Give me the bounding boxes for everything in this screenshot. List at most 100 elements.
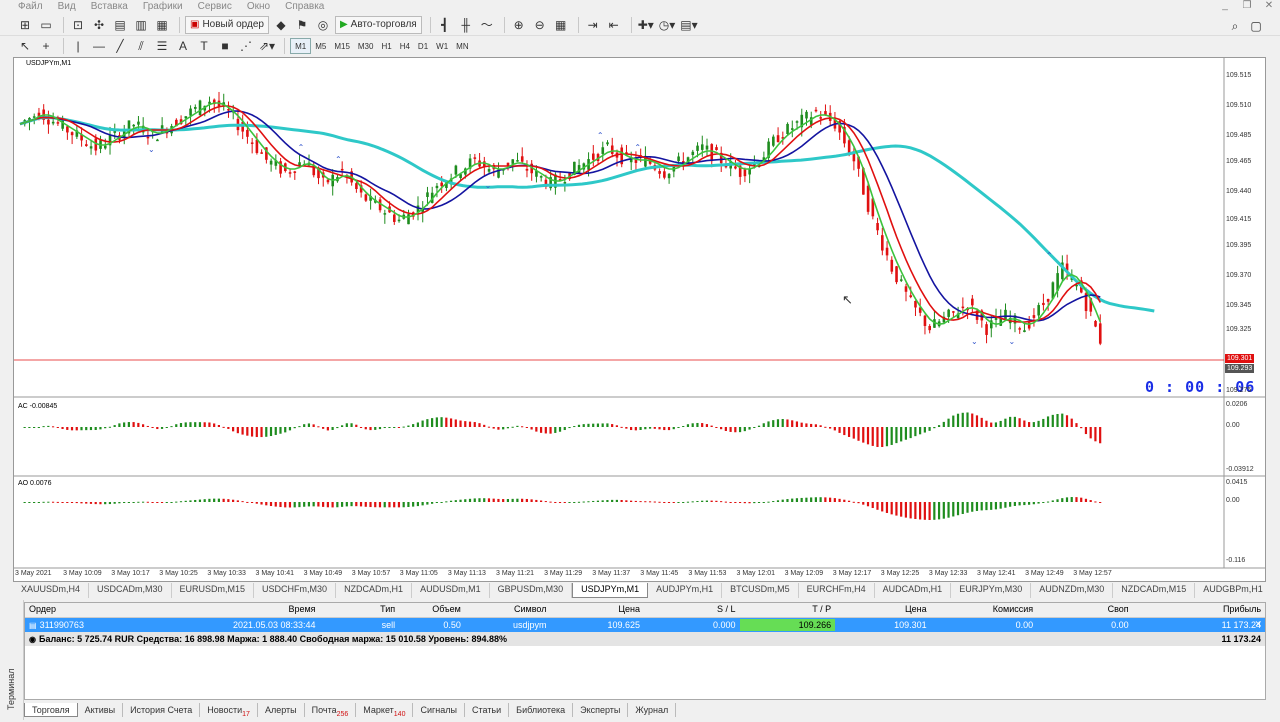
fibonacci-icon[interactable]: ☰: [153, 37, 171, 55]
terminal-tab[interactable]: Эксперты: [573, 703, 629, 717]
terminal-tab[interactable]: Почта256: [305, 703, 357, 718]
col-tp[interactable]: T / P: [740, 603, 836, 617]
chart-tab[interactable]: AUDGBPm,H1: [1195, 583, 1266, 598]
col-time[interactable]: Время: [146, 603, 319, 617]
col-current-price[interactable]: Цена: [835, 603, 931, 617]
terminal-side-tab[interactable]: Терминал: [0, 600, 24, 720]
new-order-button[interactable]: ▣ Новый ордер: [185, 15, 269, 34]
chart-tab[interactable]: AUDNZDm,M30: [1031, 583, 1114, 598]
col-order[interactable]: Ордер: [25, 603, 146, 617]
chart-tab[interactable]: BTCUSDm,M5: [722, 583, 799, 598]
menu-insert[interactable]: Вставка: [91, 1, 128, 12]
chart-tab[interactable]: EURCHFm,H4: [799, 583, 875, 598]
templates-icon[interactable]: ▤▾: [679, 16, 698, 34]
menu-charts[interactable]: Графики: [143, 1, 183, 12]
close-icon[interactable]: ✕: [1258, 0, 1280, 11]
chart-tab[interactable]: GBPUSDm,M30: [490, 583, 573, 598]
cursor-icon[interactable]: ↖: [16, 37, 34, 55]
table-row[interactable]: ▤ 311990763 2021.05.03 08:33:44 sell 0.50…: [25, 618, 1265, 632]
close-order-icon[interactable]: ✕: [1254, 619, 1262, 630]
timeframe-m5[interactable]: M5: [311, 38, 330, 54]
terminal-tab[interactable]: Журнал: [628, 703, 677, 717]
menu-file[interactable]: Файл: [18, 1, 43, 12]
menu-tools[interactable]: Сервис: [198, 1, 232, 12]
chart-tab[interactable]: XAUUSDm,H4: [13, 583, 90, 598]
timeframe-m15[interactable]: M15: [330, 38, 354, 54]
search-icon[interactable]: ⌕: [1226, 17, 1244, 35]
menu-window[interactable]: Окно: [247, 1, 270, 12]
terminal-tab[interactable]: Сигналы: [413, 703, 465, 717]
timeframe-h4[interactable]: H4: [396, 38, 414, 54]
horizontal-line-icon[interactable]: —: [90, 37, 108, 55]
strategy-tester-icon[interactable]: ▦: [153, 16, 171, 34]
col-profit[interactable]: Прибыль: [1133, 603, 1265, 617]
chart-tab[interactable]: EURJPYm,M30: [951, 583, 1032, 598]
data-window-icon[interactable]: ✣: [90, 16, 108, 34]
chart-tab[interactable]: EURUSDm,M15: [172, 583, 255, 598]
col-commission[interactable]: Комиссия: [931, 603, 1037, 617]
more-objects-icon[interactable]: ⇗▾: [258, 37, 276, 55]
timeframe-d1[interactable]: D1: [414, 38, 432, 54]
chart-tab[interactable]: USDJPYm,M1: [572, 583, 649, 598]
indicators-icon[interactable]: ✚▾: [637, 16, 655, 34]
text-label-icon[interactable]: T: [195, 37, 213, 55]
col-sl[interactable]: S / L: [644, 603, 740, 617]
chart-tab[interactable]: AUDUSDm,M1: [412, 583, 490, 598]
chart-shift-icon[interactable]: ⇤: [605, 16, 623, 34]
menu-help[interactable]: Справка: [285, 1, 324, 12]
timeframe-m1[interactable]: M1: [290, 38, 312, 54]
crosshair-icon[interactable]: +: [37, 37, 55, 55]
chart-tab[interactable]: NZDCADm,H1: [336, 583, 413, 598]
navigator-icon[interactable]: ▤: [111, 16, 129, 34]
terminal-tab[interactable]: История Счета: [123, 703, 201, 717]
chat-icon[interactable]: ▢: [1247, 17, 1265, 35]
terminal-tab[interactable]: Библиотека: [509, 703, 574, 717]
minimize-icon[interactable]: _: [1214, 0, 1236, 11]
timeframe-h1[interactable]: H1: [377, 38, 395, 54]
col-volume[interactable]: Объем: [399, 603, 465, 617]
autotrading-button[interactable]: ▶ Авто-торговля: [334, 15, 422, 34]
metaeditor-icon[interactable]: ◆: [272, 16, 290, 34]
timeframe-w1[interactable]: W1: [432, 38, 452, 54]
terminal-tab[interactable]: Алерты: [258, 703, 305, 717]
chart-window[interactable]: ⌄ ⌃ ⌃ ⌄ ⌃ ⌃ ⌄ ⌄ ⌃ ↖ USDJPYm,M1 AC -0.00845 AO 0.0…: [13, 57, 1267, 583]
terminal-tab[interactable]: Активы: [78, 703, 124, 717]
trendline-icon[interactable]: ╱: [111, 37, 129, 55]
chart-canvas[interactable]: ⌄ ⌃ ⌃ ⌄ ⌃ ⌃ ⌄ ⌄ ⌃ ↖: [14, 58, 1267, 583]
profiles-icon[interactable]: ▭: [37, 16, 55, 34]
periods-icon[interactable]: ◷▾: [658, 16, 677, 34]
bar-chart-icon[interactable]: ┫: [436, 16, 454, 34]
terminal-icon[interactable]: ▥: [132, 16, 150, 34]
terminal-tab[interactable]: Статьи: [465, 703, 510, 717]
signals-icon[interactable]: ⚑: [293, 16, 311, 34]
chart-tab[interactable]: USDCHFm,M30: [254, 583, 337, 598]
chart-tab[interactable]: AUDJPYm,H1: [648, 583, 723, 598]
chart-tab[interactable]: NZDCADm,M15: [1113, 583, 1196, 598]
terminal-tab[interactable]: Торговля: [24, 703, 78, 717]
candlestick-icon[interactable]: ╫: [457, 16, 475, 34]
restore-icon[interactable]: ❐: [1236, 0, 1258, 11]
autoscroll-icon[interactable]: ⇥: [584, 16, 602, 34]
market-watch-icon[interactable]: ⊡: [69, 16, 87, 34]
chart-tab[interactable]: AUDCADm,H1: [875, 583, 952, 598]
timeframe-mn[interactable]: MN: [452, 38, 472, 54]
equidistant-channel-icon[interactable]: ⫽: [132, 37, 150, 55]
col-open-price[interactable]: Цена: [550, 603, 644, 617]
chart-tab[interactable]: USDCADm,M30: [89, 583, 172, 598]
timeframe-m30[interactable]: M30: [354, 38, 378, 54]
col-swap[interactable]: Своп: [1037, 603, 1133, 617]
new-chart-icon[interactable]: ⊞: [16, 16, 34, 34]
options-icon[interactable]: ◎: [314, 16, 332, 34]
col-symbol[interactable]: Символ: [465, 603, 551, 617]
col-type[interactable]: Тип: [320, 603, 400, 617]
order-tp[interactable]: 109.266: [739, 619, 836, 631]
terminal-tab[interactable]: Маркет140: [356, 703, 414, 718]
terminal-tab[interactable]: Новости17: [200, 703, 258, 718]
vertical-line-icon[interactable]: |: [69, 37, 87, 55]
text-icon[interactable]: A: [174, 37, 192, 55]
zoom-out-icon[interactable]: ⊖: [531, 16, 549, 34]
zoom-in-icon[interactable]: ⊕: [510, 16, 528, 34]
order-sl[interactable]: 0.000: [644, 619, 740, 631]
menu-view[interactable]: Вид: [58, 1, 76, 12]
arrow-icon[interactable]: ■: [216, 37, 234, 55]
